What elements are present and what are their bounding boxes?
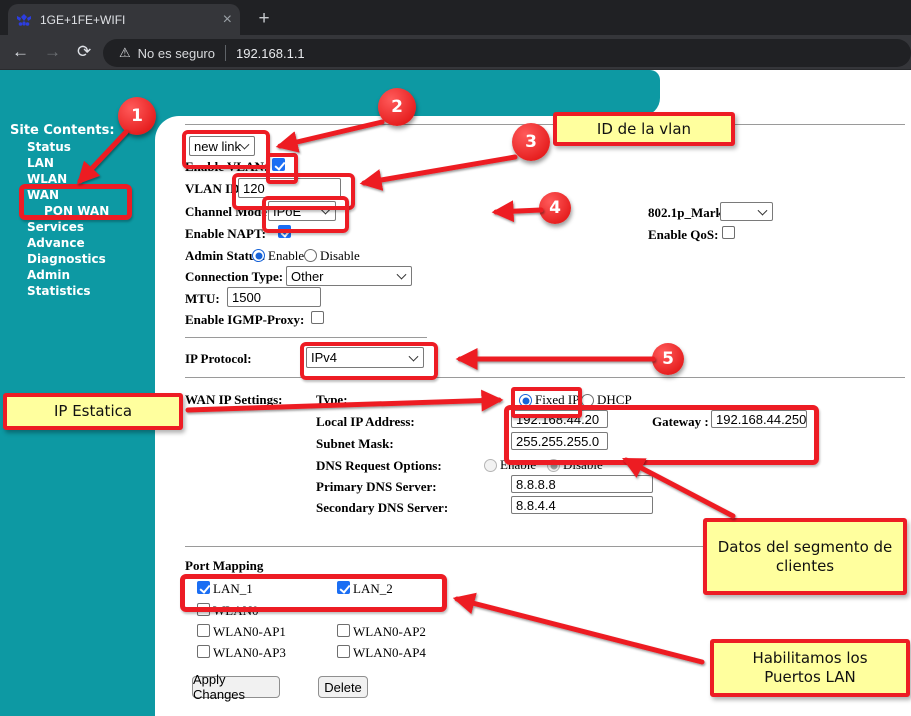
callout-lan-ports: Habilitamos los Puertos LAN (710, 639, 910, 697)
enable-napt-label: Enable NAPT: (185, 226, 266, 242)
divider (185, 377, 905, 378)
port-wlan0-ap4-label: WLAN0-AP4 (353, 645, 426, 661)
enable-qos-checkbox[interactable] (722, 226, 735, 239)
port-wlan0-ap1-label: WLAN0-AP1 (213, 624, 286, 640)
callout-vlan-id: ID de la vlan (553, 112, 735, 146)
screen: 1GE+1FE+WIFI × + ← → ⟳ ⚠ No es seguro 19… (0, 0, 911, 716)
back-icon[interactable]: ← (12, 42, 29, 62)
enable-igmp-checkbox[interactable] (311, 311, 324, 324)
enable-qos-label: Enable QoS: (648, 227, 718, 243)
secondary-dns-input[interactable] (511, 496, 653, 514)
8021p-mark-label: 802.1p_Mark (648, 205, 723, 221)
port-wlan0-ap3-checkbox[interactable] (197, 645, 210, 658)
port-mapping-title: Port Mapping (185, 558, 263, 574)
highlight-new-link (182, 130, 270, 169)
address-bar[interactable]: ⚠ No es seguro 192.168.1.1 (103, 39, 911, 67)
8021p-mark-select[interactable] (720, 202, 773, 221)
subnet-mask-label: Subnet Mask: (316, 436, 394, 452)
favicon-icon (16, 12, 32, 28)
admin-status-enable-radio[interactable] (252, 249, 265, 262)
reload-icon[interactable]: ⟳ (77, 42, 91, 62)
highlight-channel-mode (262, 196, 349, 233)
sidebar-item-statistics[interactable]: Statistics (27, 284, 91, 298)
highlight-lan-ports (180, 574, 447, 612)
tab-close-icon[interactable]: × (223, 12, 232, 28)
step-circle-5: 5 (652, 343, 684, 375)
step-circle-1: 1 (118, 97, 156, 135)
mtu-input[interactable] (227, 287, 321, 307)
forward-icon: → (44, 42, 61, 62)
callout-static-ip: IP Estatica (3, 393, 183, 430)
highlight-wan-menu (19, 184, 132, 220)
connection-type-label: Connection Type: (185, 269, 283, 285)
step-circle-2: 2 (378, 88, 416, 126)
port-wlan0-ap4-checkbox[interactable] (337, 645, 350, 658)
divider (185, 337, 427, 338)
port-wlan0-ap2-checkbox[interactable] (337, 624, 350, 637)
port-wlan0-ap2-label: WLAN0-AP2 (353, 624, 426, 640)
callout-client-segment: Datos del segmento de clientes (703, 518, 907, 595)
primary-dns-input[interactable] (511, 475, 653, 493)
sidebar-item-admin[interactable]: Admin (27, 268, 70, 282)
url-text[interactable]: 192.168.1.1 (236, 46, 305, 61)
sidebar-title: Site Contents: (10, 123, 115, 138)
mtu-label: MTU: (185, 291, 220, 307)
apply-changes-button[interactable]: Apply Changes (192, 676, 280, 698)
local-ip-label: Local IP Address: (316, 414, 415, 430)
wan-ip-settings-label: WAN IP Settings: (185, 392, 283, 408)
step-circle-3: 3 (512, 123, 550, 161)
chevron-down-icon (758, 205, 768, 215)
dns-request-enable-radio (484, 459, 497, 472)
secondary-dns-label: Secondary DNS Server: (316, 500, 448, 516)
new-tab-button[interactable]: + (252, 7, 276, 31)
step-circle-4: 4 (539, 192, 571, 224)
enable-igmp-label: Enable IGMP-Proxy: (185, 312, 304, 328)
primary-dns-label: Primary DNS Server: (316, 479, 437, 495)
sidebar-item-diagnostics[interactable]: Diagnostics (27, 252, 106, 266)
not-secure-label[interactable]: No es seguro (138, 46, 215, 61)
port-wlan0-ap3-label: WLAN0-AP3 (213, 645, 286, 661)
ip-protocol-label: IP Protocol: (185, 351, 252, 367)
highlight-ip-protocol (300, 342, 438, 380)
not-secure-warning-icon: ⚠ (119, 45, 131, 61)
connection-type-select[interactable]: Other (286, 266, 412, 286)
browser-tab[interactable]: 1GE+1FE+WIFI × (8, 4, 240, 35)
highlight-ip-fields (504, 405, 819, 465)
sidebar-item-lan[interactable]: LAN (27, 156, 54, 170)
delete-button[interactable]: Delete (318, 676, 368, 698)
sidebar-item-status[interactable]: Status (27, 140, 71, 154)
chevron-down-icon (397, 270, 407, 280)
dns-request-label: DNS Request Options: (316, 458, 442, 474)
wan-ip-type-label: Type: (316, 392, 348, 408)
admin-status-enable-label: Enable (268, 248, 304, 264)
admin-status-disable-label: Disable (320, 248, 360, 264)
tab-title: 1GE+1FE+WIFI (40, 13, 223, 27)
divider (185, 124, 905, 125)
port-wlan0-ap1-checkbox[interactable] (197, 624, 210, 637)
sidebar-item-services[interactable]: Services (27, 220, 84, 234)
address-separator (225, 45, 226, 61)
sidebar-item-advance[interactable]: Advance (27, 236, 85, 250)
admin-status-disable-radio[interactable] (304, 249, 317, 262)
